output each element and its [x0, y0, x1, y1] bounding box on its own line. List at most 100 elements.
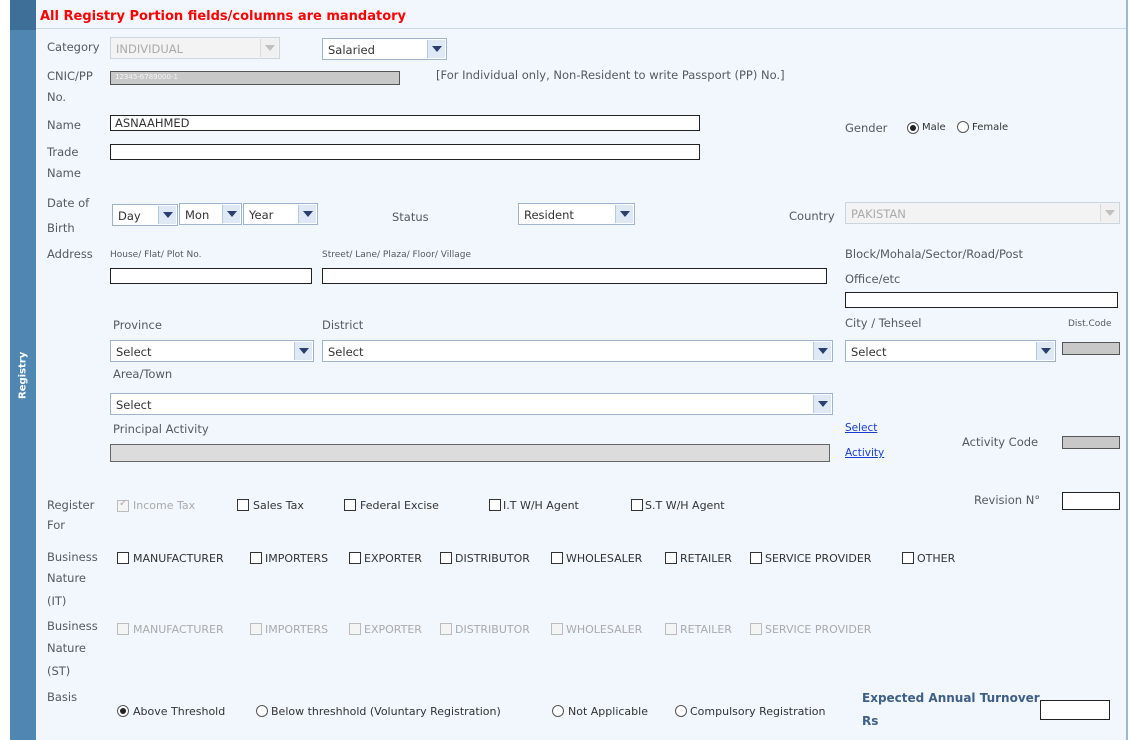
- city-label: City / Tehseel: [845, 316, 922, 330]
- name-input[interactable]: ASNAAHMED: [110, 115, 700, 131]
- register-income-tax-checkbox[interactable]: [117, 498, 129, 512]
- it-retailer-checkbox[interactable]: [665, 552, 677, 564]
- it-wholesaler-checkbox[interactable]: [551, 552, 563, 564]
- category-label: Category: [47, 40, 100, 54]
- it-wholesaler-label: WHOLESALER: [566, 552, 643, 565]
- chevron-down-icon: [427, 40, 445, 58]
- st-wholesaler-checkbox[interactable]: [551, 623, 563, 635]
- st-wholesaler-label: WHOLESALER: [566, 623, 643, 636]
- basis-not-applicable-radio[interactable]: [552, 705, 564, 717]
- it-service-provider-checkbox[interactable]: [750, 552, 762, 564]
- business-st-label-3: (ST): [47, 664, 71, 678]
- address-label: Address: [47, 247, 93, 261]
- register-it-wh-agent-checkbox[interactable]: [489, 499, 501, 511]
- st-exporter-label: EXPORTER: [364, 623, 422, 636]
- basis-above-threshold-radio[interactable]: [117, 705, 129, 717]
- chevron-down-icon: [1036, 342, 1054, 360]
- gender-female-radio[interactable]: [957, 121, 969, 133]
- st-manufacturer-checkbox[interactable]: [117, 623, 129, 635]
- register-sales-tax-checkbox[interactable]: [237, 499, 249, 511]
- block-input[interactable]: [845, 292, 1118, 308]
- basis-label: Basis: [47, 690, 78, 704]
- basis-above-threshold-label: Above Threshold: [133, 705, 226, 718]
- cnic-hint: [For Individual only, Non-Resident to wr…: [436, 68, 785, 82]
- country-value: PAKISTAN: [851, 207, 906, 221]
- house-input[interactable]: [110, 268, 312, 284]
- dob-month-value: Mon: [185, 208, 210, 222]
- dob-month-select[interactable]: Mon: [179, 203, 242, 225]
- block-label-2: Office/etc: [845, 272, 901, 286]
- cnic-input[interactable]: 12345-6789000-1: [110, 71, 400, 85]
- area-select[interactable]: Select: [110, 393, 833, 415]
- revision-label: Revision N°: [974, 493, 1041, 507]
- chevron-down-icon: [813, 342, 831, 360]
- basis-not-applicable-label: Not Applicable: [568, 705, 648, 718]
- it-manufacturer-checkbox[interactable]: [117, 552, 129, 564]
- turnover-label: Expected Annual Turnover: [862, 691, 1040, 705]
- chevron-down-icon: [813, 395, 831, 413]
- select-activity-link-2[interactable]: Activity: [845, 447, 884, 459]
- it-other-checkbox[interactable]: [902, 552, 914, 564]
- dob-year-select[interactable]: Year: [243, 203, 318, 225]
- dist-code-field: [1062, 342, 1120, 355]
- it-manufacturer-label: MANUFACTURER: [133, 552, 224, 565]
- st-exporter-checkbox[interactable]: [349, 623, 361, 635]
- street-input[interactable]: [322, 268, 827, 284]
- basis-compulsory-radio[interactable]: [675, 705, 687, 717]
- activity-code-label: Activity Code: [962, 435, 1039, 449]
- mandatory-heading: All Registry Portion fields/columns are …: [40, 9, 407, 24]
- turnover-input[interactable]: [1040, 700, 1110, 720]
- register-st-wh-agent-label: S.T W/H Agent: [645, 499, 725, 512]
- status-value: Resident: [524, 208, 574, 222]
- register-sales-tax-label: Sales Tax: [253, 499, 304, 512]
- country-select[interactable]: PAKISTAN: [845, 202, 1120, 224]
- dob-label: Date of: [47, 196, 90, 210]
- register-federal-excise-checkbox[interactable]: [344, 499, 356, 511]
- dob-label-2: Birth: [47, 221, 75, 235]
- turnover-label-rs: Rs: [862, 714, 879, 728]
- gender-male-radio[interactable]: [907, 122, 919, 134]
- st-retailer-label: RETAILER: [680, 623, 732, 636]
- revision-input[interactable]: [1062, 492, 1120, 510]
- st-importers-checkbox[interactable]: [250, 623, 262, 635]
- st-distributor-checkbox[interactable]: [440, 623, 452, 635]
- st-retailer-checkbox[interactable]: [665, 623, 677, 635]
- cnic-label: CNIC/PP: [47, 69, 93, 83]
- trade-name-input[interactable]: [110, 144, 700, 160]
- it-exporter-checkbox[interactable]: [349, 552, 361, 564]
- province-select[interactable]: Select: [110, 340, 314, 362]
- category-select[interactable]: INDIVIDUAL: [110, 37, 280, 59]
- business-st-label: Business: [47, 619, 98, 633]
- basis-below-threshold-label: Below threshhold (Voluntary Registration…: [271, 705, 501, 718]
- basis-below-threshold-radio[interactable]: [256, 705, 268, 717]
- it-distributor-label: DISTRIBUTOR: [455, 552, 530, 565]
- gender-female-label: Female: [972, 122, 1009, 133]
- status-select[interactable]: Resident: [518, 203, 635, 225]
- it-distributor-checkbox[interactable]: [440, 552, 452, 564]
- registry-sidebar-top: [10, 0, 36, 30]
- cnic-label-no: No.: [47, 90, 67, 104]
- st-manufacturer-label: MANUFACTURER: [133, 623, 224, 636]
- it-importers-checkbox[interactable]: [250, 552, 262, 564]
- house-label: House/ Flat/ Plot No.: [110, 250, 202, 260]
- dob-year-value: Year: [249, 208, 274, 222]
- chevron-down-icon: [1100, 204, 1118, 222]
- registry-sidebar-label: Registry: [17, 351, 29, 399]
- status-label: Status: [392, 210, 429, 224]
- chevron-down-icon: [615, 205, 633, 223]
- dob-day-select[interactable]: Day: [112, 204, 178, 226]
- business-it-label-2: Nature: [47, 571, 86, 585]
- city-select[interactable]: Select: [845, 340, 1056, 362]
- it-retailer-label: RETAILER: [680, 552, 732, 565]
- province-value: Select: [116, 345, 152, 359]
- register-st-wh-agent-checkbox[interactable]: [631, 499, 643, 511]
- st-service-provider-checkbox[interactable]: [750, 623, 762, 635]
- gender-label: Gender: [845, 121, 888, 135]
- district-select[interactable]: Select: [322, 340, 833, 362]
- it-exporter-label: EXPORTER: [364, 552, 422, 565]
- dist-code-label: Dist.Code: [1068, 319, 1112, 329]
- category-type-select[interactable]: Salaried: [322, 38, 447, 60]
- gender-male-label: Male: [922, 122, 946, 133]
- select-activity-link[interactable]: Select: [845, 422, 877, 434]
- business-it-label-3: (IT): [47, 594, 67, 608]
